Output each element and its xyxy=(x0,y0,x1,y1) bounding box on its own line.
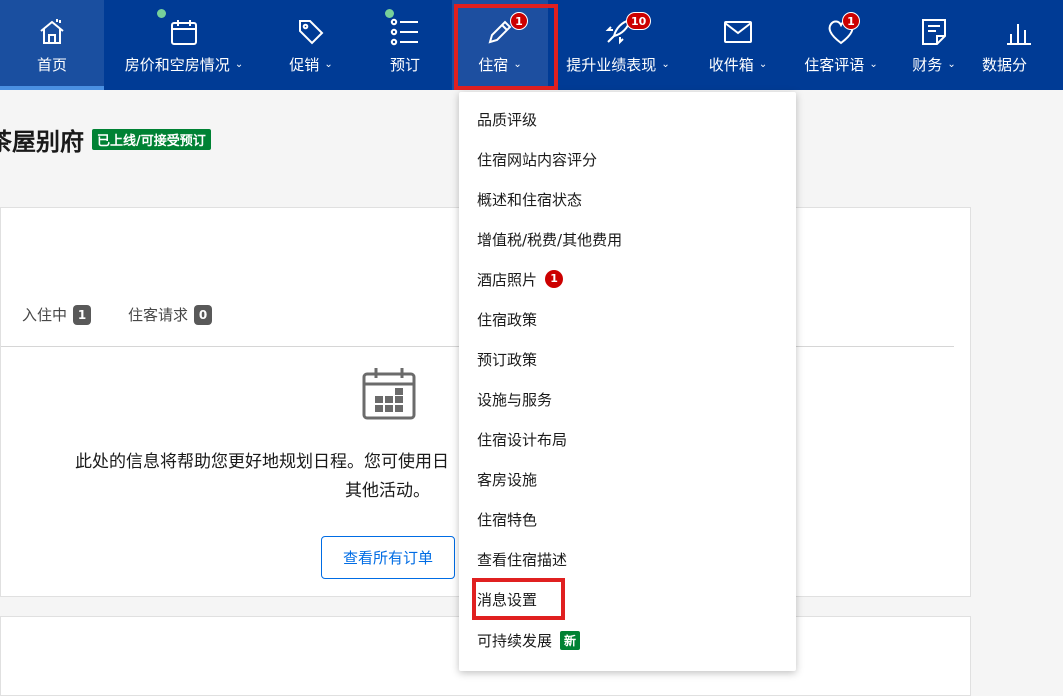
notification-badge: 1 xyxy=(510,12,528,30)
new-badge: 新 xyxy=(560,630,581,650)
menu-item-room-amenities[interactable]: 客房设施 xyxy=(477,467,537,491)
nav-inbox[interactable]: 收件箱 ⌄ xyxy=(688,0,788,90)
notification-badge: 10 xyxy=(626,12,652,30)
nav-reservations[interactable]: 预订 xyxy=(358,0,452,90)
nav-finance-label: 财务 xyxy=(912,56,943,74)
tab-guest-requests-label: 住客请求 xyxy=(128,306,189,324)
menu-item-view-description[interactable]: 查看住宿描述 xyxy=(477,547,567,571)
count-badge: 0 xyxy=(194,304,213,325)
menu-item-label: 住宿政策 xyxy=(477,310,538,329)
menu-item-quality-rating[interactable]: 品质评级 xyxy=(477,107,537,131)
chevron-down-icon: ⌄ xyxy=(324,59,333,70)
menu-item-label: 设施与服务 xyxy=(477,390,553,409)
home-icon xyxy=(36,16,68,48)
nav-finance[interactable]: 财务 ⌄ xyxy=(894,0,974,90)
menu-item-label: 住宿设计布局 xyxy=(477,430,568,449)
top-nav: 首页 房价和空房情况 ⌄ 促销 ⌄ 预订 1 住宿 ⌄ 10 提升业绩表现 ⌄ … xyxy=(0,0,1063,90)
menu-item-booking-policies[interactable]: 预订政策 xyxy=(477,347,537,371)
menu-item-property-features[interactable]: 住宿特色 xyxy=(477,507,537,531)
menu-item-label: 品质评级 xyxy=(477,110,538,129)
nav-property[interactable]: 1 住宿 ⌄ xyxy=(452,0,548,90)
chevron-down-icon: ⌄ xyxy=(758,59,768,70)
menu-item-hotel-photos[interactable]: 酒店照片 1 xyxy=(477,267,564,291)
property-dropdown-menu: 品质评级 住宿网站内容评分 概述和住宿状态 增值税/税费/其他费用 酒店照片 1… xyxy=(459,92,796,671)
chevron-down-icon: ⌄ xyxy=(661,59,670,70)
notification-badge: 1 xyxy=(545,270,564,288)
bar-chart-icon xyxy=(1002,16,1034,48)
list-icon xyxy=(389,16,421,48)
calendar-grid-icon xyxy=(361,366,417,422)
nav-promotions-label: 促销 xyxy=(289,56,320,74)
update-dot xyxy=(157,9,166,18)
nav-home[interactable]: 首页 xyxy=(0,0,104,90)
nav-reservations-label: 预订 xyxy=(389,56,420,74)
chevron-down-icon: ⌄ xyxy=(947,59,956,70)
nav-reviews[interactable]: 1 住客评语 ⌄ xyxy=(788,0,894,90)
menu-item-label: 增值税/税费/其他费用 xyxy=(477,230,623,249)
nav-rates-label: 房价和空房情况 xyxy=(124,56,230,74)
menu-item-content-score[interactable]: 住宿网站内容评分 xyxy=(477,147,597,171)
menu-item-label: 可持续发展 xyxy=(477,631,553,650)
menu-item-label: 酒店照片 xyxy=(477,270,538,289)
menu-item-sustainability[interactable]: 可持续发展 新 xyxy=(477,628,581,652)
menu-item-taxes-fees[interactable]: 增值税/税费/其他费用 xyxy=(477,227,622,251)
view-all-orders-button[interactable]: 查看所有订单 xyxy=(321,536,455,579)
nav-home-label: 首页 xyxy=(36,56,67,74)
chevron-down-icon: ⌄ xyxy=(869,59,878,70)
tab-checking-in[interactable]: 入住中 1 xyxy=(22,304,92,325)
menu-item-property-policies[interactable]: 住宿政策 xyxy=(477,307,537,331)
menu-item-label: 住宿网站内容评分 xyxy=(477,150,598,169)
menu-item-label: 客房设施 xyxy=(477,470,538,489)
notification-badge: 1 xyxy=(842,12,860,30)
document-icon xyxy=(918,16,950,48)
property-name: 茶屋别府 xyxy=(0,128,84,156)
nav-boost-label: 提升业绩表现 xyxy=(566,56,657,74)
menu-item-overview-status[interactable]: 概述和住宿状态 xyxy=(477,187,582,211)
count-badge: 1 xyxy=(73,304,92,325)
nav-promotions[interactable]: 促销 ⌄ xyxy=(264,0,358,90)
menu-item-label: 概述和住宿状态 xyxy=(477,190,583,209)
tab-checking-in-label: 入住中 xyxy=(22,306,68,324)
calendar-icon xyxy=(168,16,200,48)
menu-item-facilities-services[interactable]: 设施与服务 xyxy=(477,387,552,411)
envelope-icon xyxy=(722,16,754,48)
nav-analytics-label: 数据分 xyxy=(982,56,1028,74)
nav-reviews-label: 住客评语 xyxy=(804,56,865,74)
menu-item-label: 预订政策 xyxy=(477,350,538,369)
page-title: 茶屋别府 已上线/可接受预订 xyxy=(0,122,211,157)
nav-boost-performance[interactable]: 10 提升业绩表现 ⌄ xyxy=(548,0,688,90)
menu-item-label: 住宿特色 xyxy=(477,510,538,529)
menu-item-label: 查看住宿描述 xyxy=(477,550,568,569)
chevron-down-icon: ⌄ xyxy=(513,59,522,70)
nav-analytics[interactable]: 数据分 xyxy=(974,0,1063,90)
nav-rates[interactable]: 房价和空房情况 ⌄ xyxy=(104,0,264,90)
menu-item-label: 消息设置 xyxy=(477,590,538,609)
update-dot xyxy=(385,9,394,18)
nav-property-label: 住宿 xyxy=(478,56,509,74)
menu-item-property-layout[interactable]: 住宿设计布局 xyxy=(477,427,567,451)
chevron-down-icon: ⌄ xyxy=(234,59,244,70)
tag-icon xyxy=(295,16,327,48)
status-badge: 已上线/可接受预订 xyxy=(92,129,211,150)
nav-inbox-label: 收件箱 xyxy=(708,56,754,74)
menu-item-message-settings[interactable]: 消息设置 xyxy=(477,587,537,611)
tab-guest-requests[interactable]: 住客请求 0 xyxy=(128,304,213,325)
